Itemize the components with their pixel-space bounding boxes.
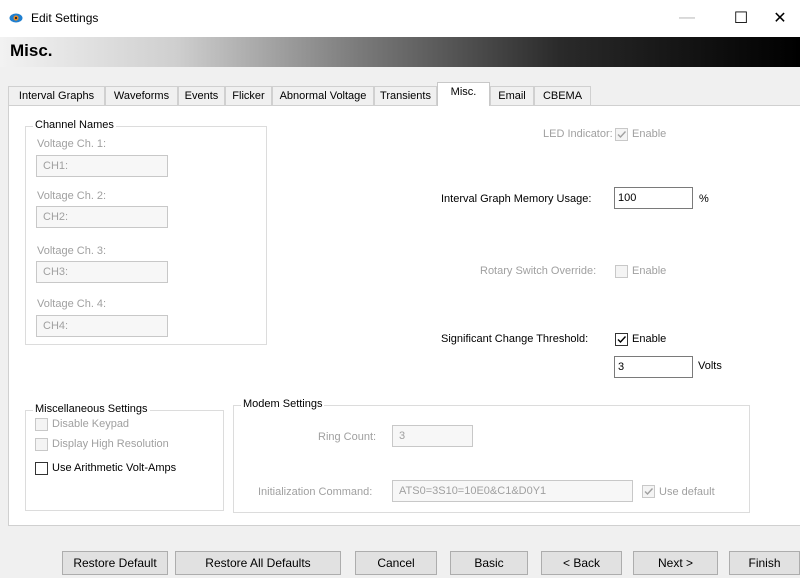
tab-flicker[interactable]: Flicker — [225, 86, 272, 105]
basic-button[interactable]: Basic — [450, 551, 528, 575]
modem-settings-legend: Modem Settings — [241, 398, 325, 410]
voltage-ch4-label: Voltage Ch. 4: — [37, 298, 107, 310]
led-indicator-checkbox[interactable] — [615, 128, 628, 141]
next-button[interactable]: Next > — [633, 551, 718, 575]
tab-misc[interactable]: Misc. — [437, 82, 490, 106]
app-eye-icon — [9, 13, 23, 23]
voltage-ch3-label: Voltage Ch. 3: — [37, 245, 107, 257]
title-bar: Edit Settings — ☐ ✕ — [0, 0, 800, 36]
use-default-checkbox[interactable] — [642, 485, 655, 498]
change-threshold-label: Significant Change Threshold: — [441, 333, 589, 345]
tab-abnormal-voltage[interactable]: Abnormal Voltage — [272, 86, 374, 105]
ring-count-label: Ring Count: — [318, 431, 377, 443]
misc-settings-legend: Miscellaneous Settings — [33, 403, 150, 415]
page-title: Misc. — [10, 41, 53, 60]
back-button[interactable]: < Back — [541, 551, 622, 575]
arithmetic-va-checkbox[interactable] — [35, 462, 48, 475]
channel-names-legend: Channel Names — [33, 119, 116, 131]
tab-waveforms[interactable]: Waveforms — [105, 86, 178, 105]
rotary-override-checkbox[interactable] — [615, 265, 628, 278]
ring-count-field[interactable]: 3 — [392, 425, 473, 447]
window-title: Edit Settings — [31, 11, 99, 25]
tab-cbema[interactable]: CBEMA — [534, 86, 591, 105]
use-default-label: Use default — [659, 486, 715, 498]
cancel-button[interactable]: Cancel — [355, 551, 437, 575]
rotary-override-enable-label: Enable — [632, 265, 667, 277]
memory-usage-unit: % — [699, 193, 709, 205]
tab-interval-graphs[interactable]: Interval Graphs — [8, 86, 105, 105]
voltage-ch1-field[interactable]: CH1: — [36, 155, 168, 177]
voltage-ch2-field[interactable]: CH2: — [36, 206, 168, 228]
disable-keypad-label: Disable Keypad — [52, 418, 130, 430]
led-indicator-label: LED Indicator: — [543, 128, 613, 140]
disable-keypad-checkbox[interactable] — [35, 418, 48, 431]
memory-usage-label: Interval Graph Memory Usage: — [441, 193, 592, 205]
display-high-res-label: Display High Resolution — [52, 438, 169, 450]
check-icon — [644, 488, 654, 496]
memory-usage-input[interactable]: 100 — [614, 187, 693, 209]
tab-events[interactable]: Events — [178, 86, 225, 105]
change-threshold-unit: Volts — [698, 360, 722, 372]
arithmetic-va-label: Use Arithmetic Volt-Amps — [52, 462, 177, 474]
page-header: Misc. — [0, 37, 800, 67]
minimize-button[interactable]: — — [664, 0, 710, 36]
close-button[interactable]: ✕ — [757, 0, 800, 36]
finish-button[interactable]: Finish — [729, 551, 800, 575]
display-high-res-checkbox[interactable] — [35, 438, 48, 451]
rotary-override-label: Rotary Switch Override: — [480, 265, 597, 277]
change-threshold-checkbox[interactable] — [615, 333, 628, 346]
tab-email[interactable]: Email — [490, 86, 534, 105]
init-command-field[interactable]: ATS0=3S10=10E0&C1&D0Y1 — [392, 480, 633, 502]
tab-transients[interactable]: Transients — [374, 86, 437, 105]
init-command-label: Initialization Command: — [258, 486, 373, 498]
led-indicator-enable-label: Enable — [632, 128, 667, 140]
voltage-ch3-field[interactable]: CH3: — [36, 261, 168, 283]
check-icon — [617, 131, 627, 139]
voltage-ch4-field[interactable]: CH4: — [36, 315, 168, 337]
check-icon — [617, 336, 627, 344]
voltage-ch1-label: Voltage Ch. 1: — [37, 138, 107, 150]
change-threshold-enable-label: Enable — [632, 333, 667, 345]
restore-all-defaults-button[interactable]: Restore All Defaults — [175, 551, 341, 575]
voltage-ch2-label: Voltage Ch. 2: — [37, 190, 107, 202]
change-threshold-input[interactable]: 3 — [614, 356, 693, 378]
restore-default-button[interactable]: Restore Default — [62, 551, 168, 575]
